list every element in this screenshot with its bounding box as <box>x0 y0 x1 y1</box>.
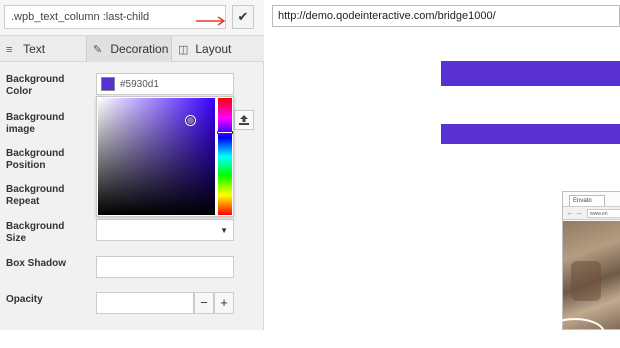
opacity-input[interactable] <box>96 292 194 314</box>
property-tabs: ≡ Text ✎ Decoration ◫ Layout <box>0 36 264 62</box>
background-position-label: Background Position <box>6 148 65 171</box>
apply-checkmark-button[interactable]: ✔ <box>232 5 254 29</box>
opacity-increment-button[interactable]: + <box>214 292 234 314</box>
mini-tab-label: Envato <box>573 198 592 204</box>
background-color-label: Background Color <box>6 74 65 97</box>
selector-value: .wpb_text_column :last-child <box>11 11 150 23</box>
selector-input[interactable]: .wpb_text_column :last-child <box>4 5 226 29</box>
selector-bar: .wpb_text_column :last-child ✔ <box>0 0 264 36</box>
opacity-decrement-button[interactable]: − <box>194 292 214 314</box>
eyedropper-icon: ✎ <box>93 44 103 56</box>
color-hex-value: #5930d1 <box>120 78 159 90</box>
hue-slider-handle[interactable] <box>217 131 233 134</box>
chevron-down-icon: ▼ <box>220 226 228 235</box>
tab-label: Text <box>23 42 46 56</box>
address-bar[interactable]: http://demo.qodeinteractive.com/bridge10… <box>272 5 620 27</box>
box-shadow-label: Box Shadow <box>6 258 67 269</box>
mini-browser-nav: ← → www.en <box>563 206 620 220</box>
background-repeat-label: Background Repeat <box>6 184 65 207</box>
tab-label: Decoration <box>110 42 169 56</box>
back-arrow-icon: ← <box>566 208 574 217</box>
mini-url-field: www.en <box>587 209 620 218</box>
tab-decoration[interactable]: ✎ Decoration <box>86 36 172 62</box>
url-text: http://demo.qodeinteractive.com/bridge10… <box>278 10 496 22</box>
background-size-select[interactable]: ▼ <box>96 219 234 241</box>
embedded-browser-image: Envato ← → www.en <box>562 191 620 330</box>
text-lines-icon: ≡ <box>6 44 13 56</box>
decorative-circle <box>545 318 605 348</box>
opacity-label: Opacity <box>6 294 43 305</box>
color-selector-handle[interactable] <box>186 116 195 125</box>
tab-label: Layout <box>195 42 232 56</box>
plus-icon: + <box>220 295 228 310</box>
css-editor-panel: .wpb_text_column :last-child ✔ ≡ Text ✎ … <box>0 0 264 330</box>
color-picker-popup <box>96 96 234 217</box>
background-size-label: Background Size <box>6 221 65 244</box>
color-swatch[interactable] <box>101 77 115 91</box>
upload-icon <box>239 115 249 125</box>
minus-icon: − <box>200 295 208 310</box>
saturation-brightness-area[interactable] <box>98 98 215 215</box>
background-color-field[interactable]: #5930d1 <box>96 73 234 95</box>
checkmark-icon: ✔ <box>237 9 249 24</box>
box-shadow-input[interactable] <box>96 256 234 278</box>
purple-content-bar <box>441 61 620 86</box>
forward-arrow-icon: → <box>575 208 583 217</box>
mini-url-text: www.en <box>590 211 608 217</box>
layout-columns-icon: ◫ <box>178 44 189 56</box>
upload-image-button[interactable] <box>234 110 254 130</box>
tab-text[interactable]: ≡ Text <box>0 36 86 62</box>
background-image-label: Background image <box>6 112 65 135</box>
blurred-photo <box>563 221 620 329</box>
red-arrow-annotation <box>196 16 226 26</box>
purple-content-bar <box>441 124 620 144</box>
tab-layout[interactable]: ◫ Layout <box>172 36 264 62</box>
hue-slider[interactable] <box>217 98 233 215</box>
